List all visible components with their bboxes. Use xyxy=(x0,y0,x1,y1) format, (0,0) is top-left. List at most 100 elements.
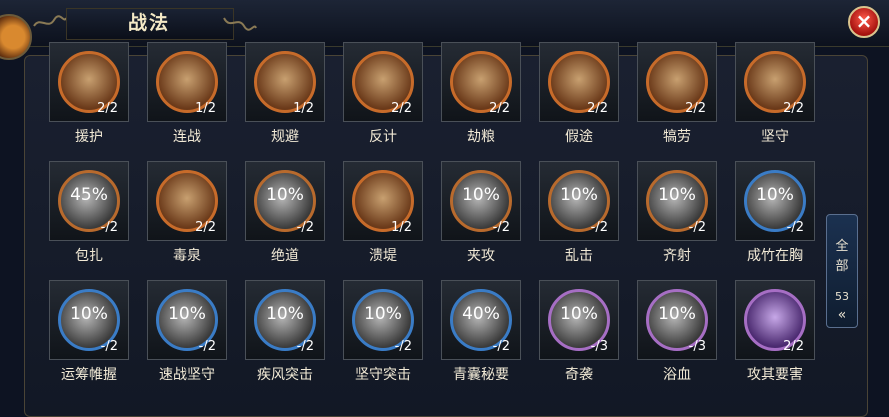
tactic-name: 乱击 xyxy=(565,248,593,264)
tactic-icon-frame: 10% -/2 xyxy=(637,161,717,241)
tactic-count: 2/2 xyxy=(783,339,804,354)
tactic-icon-frame: 2/2 xyxy=(637,42,717,122)
tactic-count: 1/2 xyxy=(195,101,216,116)
tactic-name: 疾风突击 xyxy=(257,367,313,383)
tactic-count: 2/2 xyxy=(195,220,216,235)
tactic-count: -/2 xyxy=(590,220,608,235)
tactic-count: -/2 xyxy=(100,220,118,235)
dragon-ornament-icon xyxy=(33,15,67,27)
tactic-card[interactable]: 10% -/2 速战坚守 xyxy=(142,280,232,398)
tactic-card[interactable]: 2/2 援护 xyxy=(44,42,134,160)
tactic-count: 2/2 xyxy=(783,101,804,116)
tactic-name: 青囊秘要 xyxy=(453,367,509,383)
tactic-card[interactable]: 10% -/2 成竹在胸 xyxy=(730,161,820,279)
tactic-name: 浴血 xyxy=(663,367,691,383)
tactic-icon-frame: 10% -/3 xyxy=(637,280,717,360)
tactic-card[interactable]: 2/2 劫粮 xyxy=(436,42,526,160)
tactic-icon-frame: 40% -/2 xyxy=(441,280,521,360)
tactic-card[interactable]: 10% -/2 坚守突击 xyxy=(338,280,428,398)
tactic-name: 坚守突击 xyxy=(355,367,411,383)
tactic-card[interactable]: 10% -/2 夹攻 xyxy=(436,161,526,279)
tactic-card[interactable]: 1/2 溃堤 xyxy=(338,161,428,279)
tactic-name: 绝道 xyxy=(271,248,299,264)
all-filter-tab[interactable]: 全 部 53 « xyxy=(826,214,858,328)
tactic-card[interactable]: 2/2 反计 xyxy=(338,42,428,160)
tactic-count: -/2 xyxy=(786,220,804,235)
tactic-card[interactable]: 2/2 假途 xyxy=(534,42,624,160)
tactic-name: 劫粮 xyxy=(467,129,495,145)
tactic-card[interactable]: 2/2 坚守 xyxy=(730,42,820,160)
tactic-card[interactable]: 2/2 攻其要害 xyxy=(730,280,820,398)
tactic-icon-frame: 45% -/2 xyxy=(49,161,129,241)
tactic-icon-frame: 2/2 xyxy=(735,42,815,122)
tactic-count: -/2 xyxy=(198,339,216,354)
tactic-icon-frame: 1/2 xyxy=(245,42,325,122)
tactic-name: 齐射 xyxy=(663,248,691,264)
close-button[interactable]: × xyxy=(848,6,880,38)
tactic-count: -/2 xyxy=(100,339,118,354)
tactic-count: -/3 xyxy=(688,339,706,354)
tactic-card[interactable]: 10% -/3 浴血 xyxy=(632,280,722,398)
tactic-icon-frame: 10% -/2 xyxy=(343,280,423,360)
tactic-count: -/2 xyxy=(296,339,314,354)
tactic-icon-frame: 1/2 xyxy=(343,161,423,241)
close-icon: × xyxy=(855,9,873,33)
tactic-count: -/3 xyxy=(590,339,608,354)
tactic-icon-frame: 10% -/2 xyxy=(441,161,521,241)
tactic-card[interactable]: 10% -/2 绝道 xyxy=(240,161,330,279)
tactic-name: 夹攻 xyxy=(467,248,495,264)
side-tab-label-2: 部 xyxy=(835,259,849,274)
tactic-icon-frame: 10% -/3 xyxy=(539,280,619,360)
side-tab-label-1: 全 xyxy=(835,239,849,254)
tactic-icon-frame: 2/2 xyxy=(147,161,227,241)
tactic-name: 坚守 xyxy=(761,129,789,145)
tactic-card[interactable]: 45% -/2 包扎 xyxy=(44,161,134,279)
tactic-card[interactable]: 10% -/2 齐射 xyxy=(632,161,722,279)
tactic-icon-frame: 1/2 xyxy=(147,42,227,122)
tactic-count: -/2 xyxy=(688,220,706,235)
tactic-card[interactable]: 10% -/2 乱击 xyxy=(534,161,624,279)
tactic-icon-frame: 10% -/2 xyxy=(539,161,619,241)
tactic-icon-frame: 10% -/2 xyxy=(735,161,815,241)
tactic-name: 速战坚守 xyxy=(159,367,215,383)
tactic-name: 奇袭 xyxy=(565,367,593,383)
tactic-card[interactable]: 10% -/2 运筹帷握 xyxy=(44,280,134,398)
tactic-icon-frame: 2/2 xyxy=(343,42,423,122)
tactic-count: 1/2 xyxy=(391,220,412,235)
side-tab-count: 53 xyxy=(835,290,849,303)
tactic-count: 2/2 xyxy=(391,101,412,116)
tactic-icon-frame: 10% -/2 xyxy=(245,161,325,241)
tactic-card[interactable]: 1/2 连战 xyxy=(142,42,232,160)
tactic-card[interactable]: 10% -/2 疾风突击 xyxy=(240,280,330,398)
tactic-count: -/2 xyxy=(394,339,412,354)
tactic-icon-frame: 10% -/2 xyxy=(147,280,227,360)
tactic-icon-frame: 2/2 xyxy=(735,280,815,360)
tactic-count: 1/2 xyxy=(293,101,314,116)
tactic-name: 援护 xyxy=(75,129,103,145)
dragon-ornament-icon xyxy=(223,17,257,31)
tactic-name: 连战 xyxy=(173,129,201,145)
tactic-card[interactable]: 40% -/2 青囊秘要 xyxy=(436,280,526,398)
tactic-name: 包扎 xyxy=(75,248,103,264)
tactic-icon-frame: 2/2 xyxy=(49,42,129,122)
tactic-name: 成竹在胸 xyxy=(747,248,803,264)
tactic-name: 规避 xyxy=(271,129,299,145)
double-chevron-icon: « xyxy=(837,307,847,323)
tactic-icon-frame: 10% -/2 xyxy=(245,280,325,360)
tactic-card[interactable]: 2/2 犒劳 xyxy=(632,42,722,160)
tactic-count: -/2 xyxy=(492,220,510,235)
tactic-count: 2/2 xyxy=(685,101,706,116)
tactic-name: 反计 xyxy=(369,129,397,145)
tactic-card[interactable]: 2/2 毒泉 xyxy=(142,161,232,279)
tactic-card[interactable]: 10% -/3 奇袭 xyxy=(534,280,624,398)
tactic-name: 溃堤 xyxy=(369,248,397,264)
page-title: 战法 xyxy=(127,12,170,34)
tactic-name: 犒劳 xyxy=(663,129,691,145)
tactic-name: 运筹帷握 xyxy=(61,367,117,383)
tactic-count: -/2 xyxy=(296,220,314,235)
tactic-icon-frame: 2/2 xyxy=(539,42,619,122)
tactic-count: -/2 xyxy=(492,339,510,354)
tactic-card[interactable]: 1/2 规避 xyxy=(240,42,330,160)
tactic-icon-frame: 10% -/2 xyxy=(49,280,129,360)
tactic-name: 毒泉 xyxy=(173,248,201,264)
